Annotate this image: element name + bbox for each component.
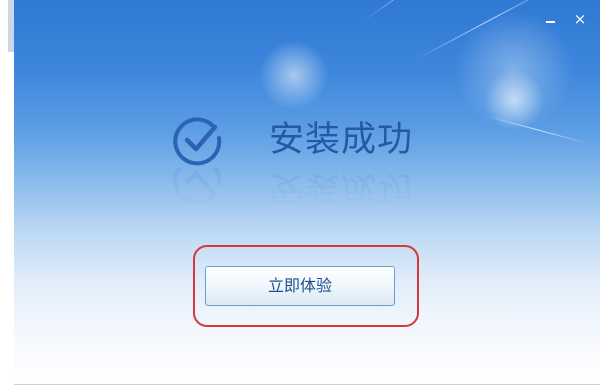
light-streak xyxy=(483,115,591,145)
light-flare xyxy=(484,70,544,130)
left-edge-strip xyxy=(0,0,14,387)
check-circle-icon xyxy=(173,117,222,166)
check-circle-reflection-icon xyxy=(173,168,222,205)
minimize-icon xyxy=(546,21,555,23)
close-icon: × xyxy=(573,10,587,28)
close-button[interactable]: × xyxy=(571,10,589,28)
experience-now-button[interactable]: 立即体验 xyxy=(205,266,395,306)
success-title-reflection: 安装成功 xyxy=(269,168,414,208)
success-reflection: 安装成功 xyxy=(172,168,413,208)
window-bottom-border xyxy=(14,384,600,385)
light-flare xyxy=(259,40,329,110)
install-success-status: 安装成功 xyxy=(172,112,413,168)
success-title: 安装成功 xyxy=(269,120,414,160)
minimize-button[interactable] xyxy=(541,10,559,28)
light-streak xyxy=(363,0,463,21)
